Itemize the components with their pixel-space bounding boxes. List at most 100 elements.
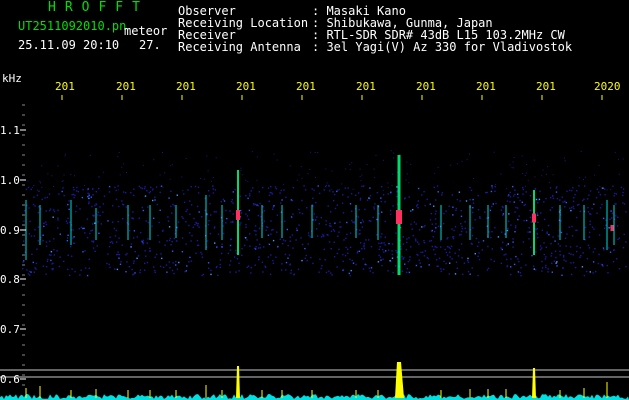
noise-dot xyxy=(570,262,572,264)
noise-dot xyxy=(50,254,52,256)
noise-dot xyxy=(145,220,147,222)
noise-dot xyxy=(64,153,66,155)
noise-dot xyxy=(378,242,380,244)
noise-dot xyxy=(571,225,573,228)
noise-dot xyxy=(57,227,59,229)
noise-dot xyxy=(387,249,390,251)
noise-dot xyxy=(309,169,311,170)
noise-dot xyxy=(280,202,282,204)
noise-dot xyxy=(114,268,116,270)
noise-dot xyxy=(581,266,584,268)
noise-dot xyxy=(429,203,431,205)
noise-dot xyxy=(572,261,575,264)
noise-dot xyxy=(325,223,327,226)
noise-dot xyxy=(452,206,454,208)
noise-dot xyxy=(246,266,249,268)
noise-dot xyxy=(392,173,394,175)
noise-dot xyxy=(45,223,48,226)
noise-dot xyxy=(136,236,138,238)
noise-dot xyxy=(221,246,223,248)
noise-dot xyxy=(33,185,35,186)
noise-dot xyxy=(457,255,460,257)
noise-dot xyxy=(357,216,360,218)
noise-dot xyxy=(234,188,236,191)
noise-dot xyxy=(240,170,242,172)
noise-dot xyxy=(188,261,190,263)
noise-dot xyxy=(408,237,410,239)
noise-dot xyxy=(616,225,619,227)
noise-dot xyxy=(495,184,497,186)
noise-dot xyxy=(47,173,49,175)
noise-dot xyxy=(333,230,336,232)
noise-dot xyxy=(505,253,507,255)
noise-dot xyxy=(522,173,524,174)
noise-dot xyxy=(144,250,146,252)
noise-dot xyxy=(210,269,212,272)
noise-dot xyxy=(94,250,96,252)
noise-dot xyxy=(424,204,426,207)
noise-dot xyxy=(469,186,471,189)
noise-dot xyxy=(257,247,260,249)
noise-dot xyxy=(293,273,295,275)
noise-dot xyxy=(308,234,310,237)
noise-dot xyxy=(529,231,531,233)
noise-dot xyxy=(351,219,353,222)
noise-dot xyxy=(449,262,451,264)
noise-dot xyxy=(189,213,191,215)
noise-dot xyxy=(53,209,55,211)
noise-dot xyxy=(518,261,520,263)
noise-dot xyxy=(125,192,127,194)
noise-dot xyxy=(406,173,408,175)
noise-dot xyxy=(514,193,516,196)
noise-dot xyxy=(421,226,423,228)
noise-dot xyxy=(460,210,462,212)
noise-dot xyxy=(139,271,141,274)
noise-dot xyxy=(261,261,264,263)
noise-dot xyxy=(176,194,178,196)
noise-dot xyxy=(42,234,44,236)
noise-dot xyxy=(589,220,591,223)
noise-dot xyxy=(170,165,172,167)
noise-dot xyxy=(140,187,142,189)
noise-dot xyxy=(373,208,375,210)
noise-dot xyxy=(138,185,141,188)
noise-dot xyxy=(217,274,219,277)
noise-dot xyxy=(440,268,442,270)
noise-dot xyxy=(92,194,94,196)
noise-dot xyxy=(111,221,114,223)
noise-dot xyxy=(541,175,543,177)
noise-dot xyxy=(513,195,515,197)
noise-dot xyxy=(72,229,74,231)
noise-dot xyxy=(512,185,514,188)
noise-dot xyxy=(346,233,348,236)
noise-dot xyxy=(306,207,308,209)
noise-dot xyxy=(530,246,532,248)
noise-dot xyxy=(129,230,131,232)
noise-dot xyxy=(452,236,454,238)
noise-dot xyxy=(602,265,604,267)
noise-dot xyxy=(469,199,471,201)
noise-dot xyxy=(219,263,221,266)
noise-dot xyxy=(313,213,315,215)
noise-dot xyxy=(618,173,620,175)
noise-dot xyxy=(25,188,28,191)
noise-dot xyxy=(336,190,338,193)
noise-dot xyxy=(599,207,602,209)
noise-dot xyxy=(185,221,187,223)
noise-dot xyxy=(482,240,485,242)
noise-dot xyxy=(555,262,557,264)
noise-dot xyxy=(291,234,294,236)
noise-dot xyxy=(491,205,493,208)
noise-dot xyxy=(130,192,132,194)
noise-dot xyxy=(418,243,420,245)
noise-dot xyxy=(75,205,78,207)
noise-dot xyxy=(256,239,258,241)
noise-dot xyxy=(595,270,597,273)
noise-dot xyxy=(540,247,543,249)
noise-dot xyxy=(45,241,48,243)
noise-dot xyxy=(296,179,298,181)
noise-dot xyxy=(547,271,549,273)
noise-dot xyxy=(27,180,29,182)
noise-dot xyxy=(122,203,124,206)
noise-dot xyxy=(461,225,463,228)
